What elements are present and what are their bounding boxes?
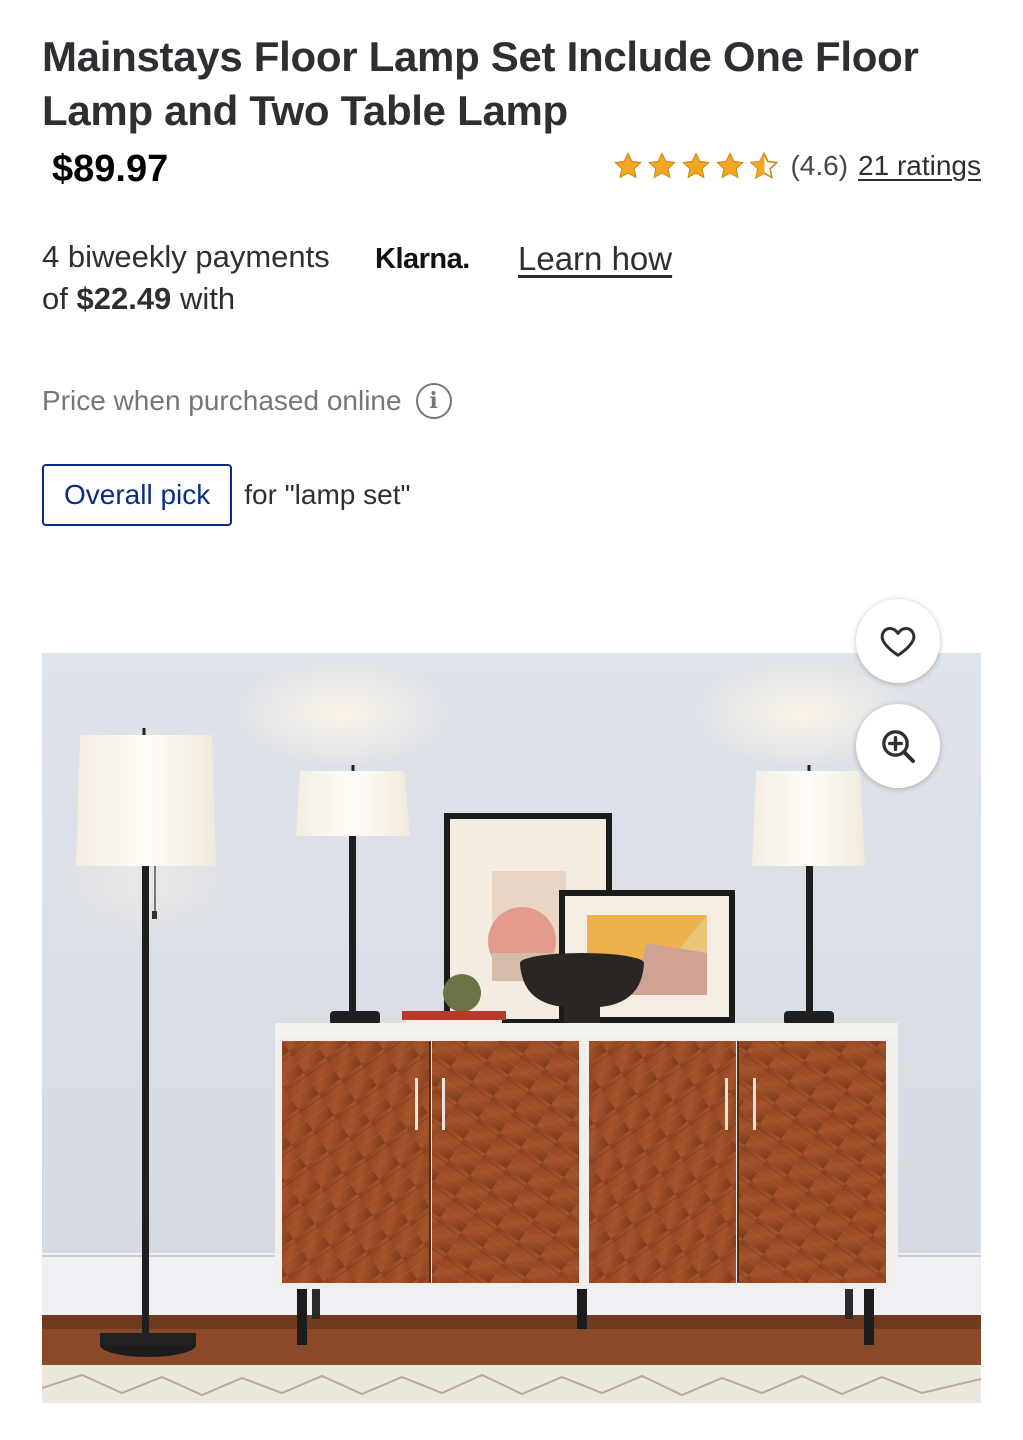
- rating-value: (4.6): [790, 150, 849, 181]
- klarna-installment-amount: $22.49: [76, 281, 172, 316]
- star-full-icon: [716, 152, 745, 179]
- ratings-count-link[interactable]: 21 ratings: [858, 150, 981, 182]
- info-icon[interactable]: i: [415, 383, 452, 419]
- rating-summary[interactable]: (4.6) 21 ratings: [612, 150, 981, 182]
- product-image[interactable]: [42, 653, 981, 1403]
- overall-pick-row: Overall pick for "lamp set": [42, 464, 410, 526]
- rating-stars: [612, 150, 780, 182]
- zoom-button[interactable]: [856, 704, 940, 788]
- klarna-text-suffix: with: [179, 281, 236, 316]
- star-full-icon: [614, 152, 643, 179]
- overall-pick-badge[interactable]: Overall pick: [42, 464, 233, 526]
- klarna-installments-text: 4 biweekly payments of $22.49 with: [42, 236, 362, 320]
- heart-icon: [880, 627, 916, 657]
- product-title: Mainstays Floor Lamp Set Include One Flo…: [42, 33, 919, 134]
- star-half-icon: [749, 151, 779, 180]
- favorite-button[interactable]: [856, 599, 940, 683]
- zoom-in-icon: [882, 730, 915, 763]
- star-full-icon: [682, 152, 711, 179]
- klarna-learn-how-link[interactable]: Learn how: [518, 240, 672, 278]
- star-full-icon: [648, 152, 677, 179]
- price-note: Price when purchased online i: [42, 383, 452, 419]
- overall-pick-context: for "lamp set": [244, 479, 411, 510]
- price-note-text: Price when purchased online: [42, 385, 402, 416]
- product-price: $89.97: [52, 148, 169, 190]
- klarna-logo: Klarna.: [375, 243, 470, 275]
